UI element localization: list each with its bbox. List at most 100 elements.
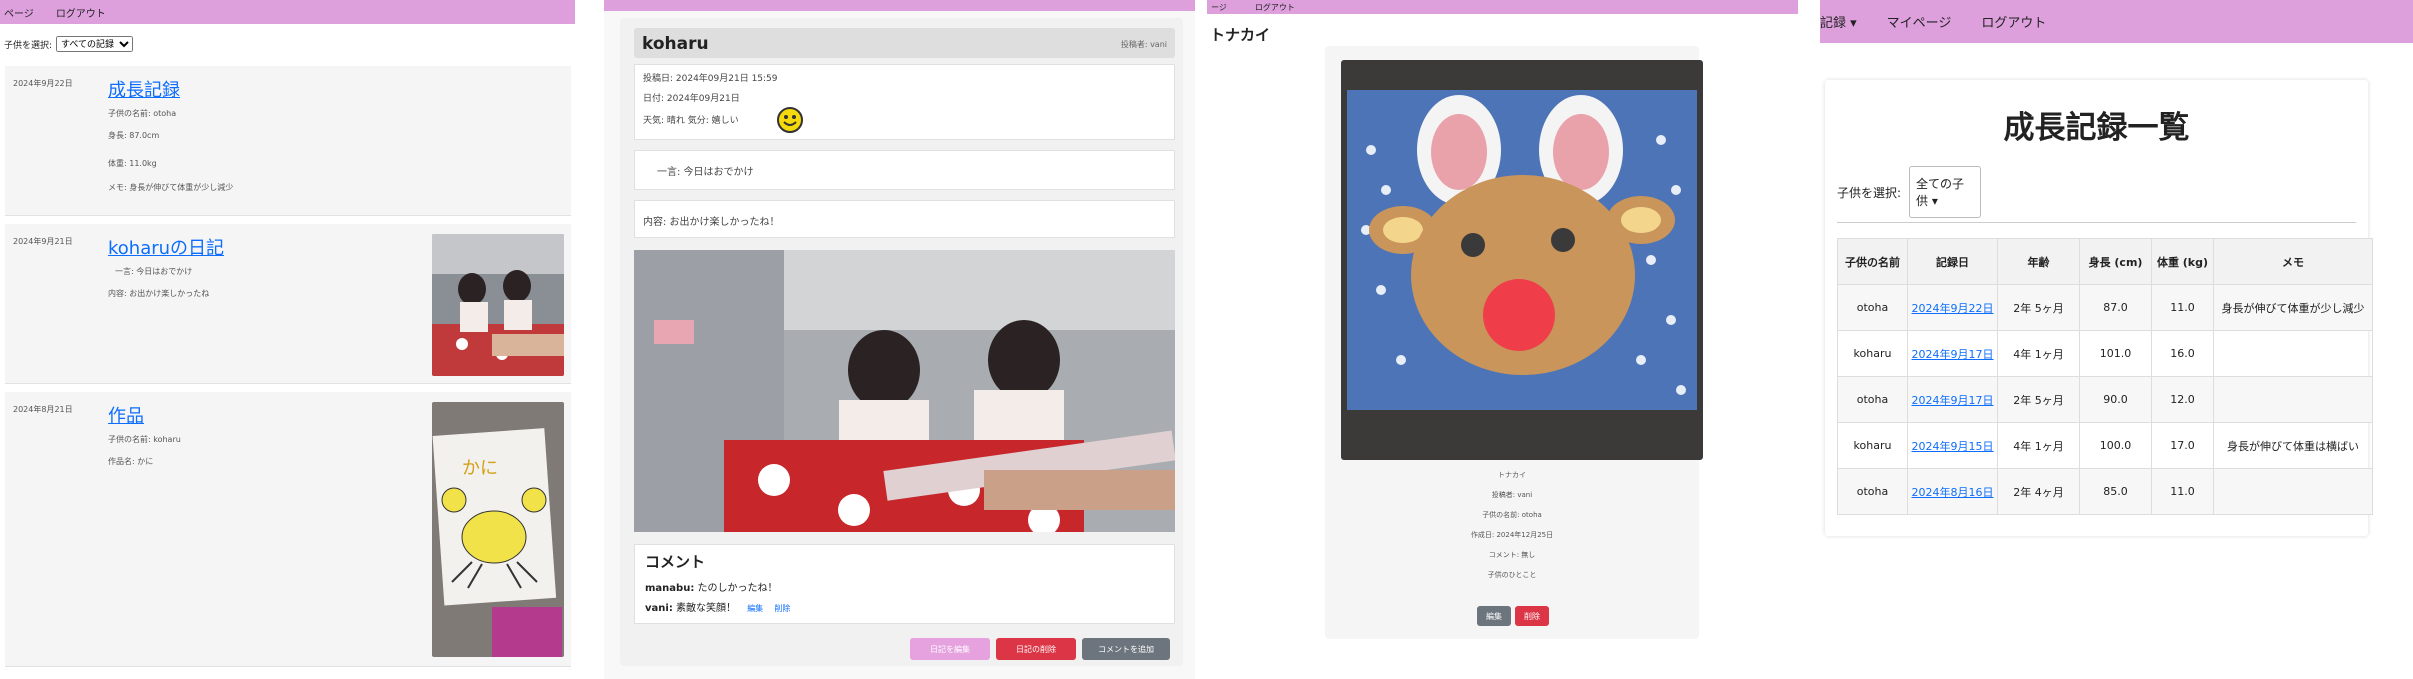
cell-name: koharu xyxy=(1837,422,1908,469)
child-filter-label: 子供を選択: xyxy=(4,40,53,51)
cell-age: 4年 1ヶ月 xyxy=(1997,330,2080,377)
table-row: otoha 2024年8月16日 2年 4ヶ月 85.0 11.0 xyxy=(1837,468,2373,515)
cell-height: 100.0 xyxy=(2079,422,2152,469)
divider xyxy=(1837,222,2356,223)
list-item: 2024年9月22日 成長記録 子供の名前: otoha 身長: 87.0cm … xyxy=(5,66,571,216)
entry-date: 2024年9月21日 xyxy=(13,237,73,246)
poster-name: 投稿者: vani xyxy=(1120,40,1167,49)
entry-date: 2024年8月21日 xyxy=(13,405,73,414)
diary-date: 日付: 2024年09月21日 xyxy=(643,94,740,104)
cell-height: 87.0 xyxy=(2079,284,2152,331)
child-filter-select[interactable]: 全ての子供 ▾ xyxy=(1909,166,1982,218)
record-date-link[interactable]: 2024年9月22日 xyxy=(1912,302,1994,315)
entry-title-link[interactable]: koharuの日記 xyxy=(108,234,224,260)
col-header: 体重 (kg) xyxy=(2151,238,2214,285)
posted-date: 投稿日: 2024年09月21日 15:59 xyxy=(643,74,778,84)
entry-title-link[interactable]: 成長記録 xyxy=(108,76,180,102)
entry-line: 体重: 11.0kg xyxy=(108,159,157,168)
artwork-edit-button[interactable]: 編集 xyxy=(1477,606,1511,626)
cell-weight: 11.0 xyxy=(2151,468,2214,515)
entry-photo[interactable] xyxy=(432,234,564,376)
cell-age: 2年 5ヶ月 xyxy=(1997,284,2080,331)
cell-weight: 11.0 xyxy=(2151,284,2214,331)
artwork-detail-panel: ージ ログアウト トナカイ トナカイ 投稿者: vani 子供の名前: otoh… xyxy=(1207,0,1798,679)
table-header-row: 子供の名前 記録日 年齢 身長 (cm) 体重 (kg) メモ xyxy=(1837,238,2373,285)
nav-logout[interactable]: ログアウト xyxy=(1255,2,1295,13)
list-item: 2024年9月21日 koharuの日記 一言: 今日はおでかけ 内容: お出か… xyxy=(5,224,571,384)
crab-drawing-image: かに xyxy=(432,402,564,657)
comment-user: manabu: xyxy=(645,583,695,594)
cell-memo: 身長が伸びて体重が少し減少 xyxy=(2213,284,2373,331)
navbar: 記録 ▾ マイページ ログアウト xyxy=(1820,0,2413,43)
cell-weight: 16.0 xyxy=(2151,330,2214,377)
smile-icon xyxy=(777,107,803,133)
diary-card: koharu 投稿者: vani 投稿日: 2024年09月21日 15:59 … xyxy=(620,18,1183,666)
cell-name: otoha xyxy=(1837,284,1908,331)
page-title: 成長記録一覧 xyxy=(2003,110,2190,146)
table-row: otoha 2024年9月17日 2年 5ヶ月 90.0 12.0 xyxy=(1837,376,2373,423)
entry-line: 子供の名前: koharu xyxy=(108,435,181,444)
table-row: otoha 2024年9月22日 2年 5ヶ月 87.0 11.0 身長が伸びて… xyxy=(1837,284,2373,331)
list-item: 2024年8月21日 作品 子供の名前: koharu 作品名: かに かに xyxy=(5,392,571,667)
cell-memo xyxy=(2213,376,2373,423)
kids-photo-image xyxy=(432,234,564,376)
cell-memo xyxy=(2213,468,2373,515)
delete-diary-button[interactable]: 日記の削除 xyxy=(996,638,1076,660)
entry-line: メモ: 身長が伸びて体重が少し減少 xyxy=(108,183,234,192)
nav-mypage[interactable]: マイページ xyxy=(1887,12,1952,31)
artwork-name: トナカイ xyxy=(1498,471,1526,479)
diary-meta: 投稿日: 2024年09月21日 15:59 日付: 2024年09月21日 天… xyxy=(634,64,1175,140)
cell-memo: 身長が伸びて体重は横ばい xyxy=(2213,422,2373,469)
nav-mypage[interactable]: ページ xyxy=(4,5,34,20)
entry-line: 子供の名前: otoha xyxy=(108,109,177,118)
col-header: 年齢 xyxy=(1997,238,2080,285)
oneline-text: 一言: 今日はおでかけ xyxy=(657,167,754,178)
entry-date: 2024年9月22日 xyxy=(13,79,73,88)
comments-section: コメント manabu: たのしかったね！ vani: 素敵な笑顔！ 編集 削除 xyxy=(634,544,1175,624)
artwork-poster: 投稿者: vani xyxy=(1491,491,1533,499)
nav-mypage[interactable]: ージ xyxy=(1211,2,1227,13)
artwork-delete-button[interactable]: 削除 xyxy=(1515,606,1549,626)
artwork-child-word: 子供のひとこと xyxy=(1487,571,1537,579)
child-filter-select[interactable]: すべての記録 xyxy=(56,36,134,52)
col-header: 身長 (cm) xyxy=(2079,238,2152,285)
artwork-title: トナカイ xyxy=(1210,26,1271,44)
comment-text: 素敵な笑顔！ xyxy=(676,603,736,614)
weather-mood: 天気: 晴れ 気分: 嬉しい xyxy=(643,116,739,126)
comment-item: vani: 素敵な笑顔！ 編集 削除 xyxy=(645,599,790,614)
nav-logout[interactable]: ログアウト xyxy=(56,5,106,20)
comment-delete-link[interactable]: 削除 xyxy=(774,604,790,613)
comment-edit-link[interactable]: 編集 xyxy=(747,604,763,613)
cell-height: 101.0 xyxy=(2079,330,2152,377)
cell-height: 85.0 xyxy=(2079,468,2152,515)
cell-memo xyxy=(2213,330,2373,377)
edit-diary-button[interactable]: 日記を編集 xyxy=(910,638,990,660)
cell-age: 2年 4ヶ月 xyxy=(1997,468,2080,515)
table-row: koharu 2024年9月15日 4年 1ヶ月 100.0 17.0 身長が伸… xyxy=(1837,422,2373,469)
child-filter: 子供を選択: すべての記録 xyxy=(0,24,575,64)
col-header: メモ xyxy=(2213,238,2373,285)
growth-table: 子供の名前 記録日 年齢 身長 (cm) 体重 (kg) メモ otoha 20… xyxy=(1837,238,2373,515)
comments-title: コメント xyxy=(645,553,706,571)
navbar: ージ ログアウト xyxy=(1207,0,1798,14)
artwork-child: 子供の名前: otoha xyxy=(1482,511,1542,519)
diary-detail-panel: koharu 投稿者: vani 投稿日: 2024年09月21日 15:59 … xyxy=(604,0,1195,679)
cell-height: 90.0 xyxy=(2079,376,2152,423)
entry-line: 一言: 今日はおでかけ xyxy=(115,267,193,276)
add-comment-button[interactable]: コメントを追加 xyxy=(1082,638,1170,660)
nav-records-dropdown[interactable]: 記録 ▾ xyxy=(1820,12,1857,31)
table-row: koharu 2024年9月17日 4年 1ヶ月 101.0 16.0 xyxy=(1837,330,2373,377)
entry-line: 身長: 87.0cm xyxy=(108,131,160,140)
child-name: koharu xyxy=(642,34,709,54)
content-text: 内容: お出かけ楽しかったね！ xyxy=(643,217,780,228)
record-date-link[interactable]: 2024年9月17日 xyxy=(1912,394,1994,407)
entry-title-link[interactable]: 作品 xyxy=(108,402,144,428)
record-date-link[interactable]: 2024年8月16日 xyxy=(1912,486,1994,499)
record-date-link[interactable]: 2024年9月15日 xyxy=(1912,440,1994,453)
nav-logout[interactable]: ログアウト xyxy=(1981,12,2046,31)
entry-photo[interactable]: かに xyxy=(432,402,564,657)
record-date-link[interactable]: 2024年9月17日 xyxy=(1912,348,1994,361)
col-header: 記録日 xyxy=(1907,238,1998,285)
cell-name: otoha xyxy=(1837,376,1908,423)
cell-name: koharu xyxy=(1837,330,1908,377)
